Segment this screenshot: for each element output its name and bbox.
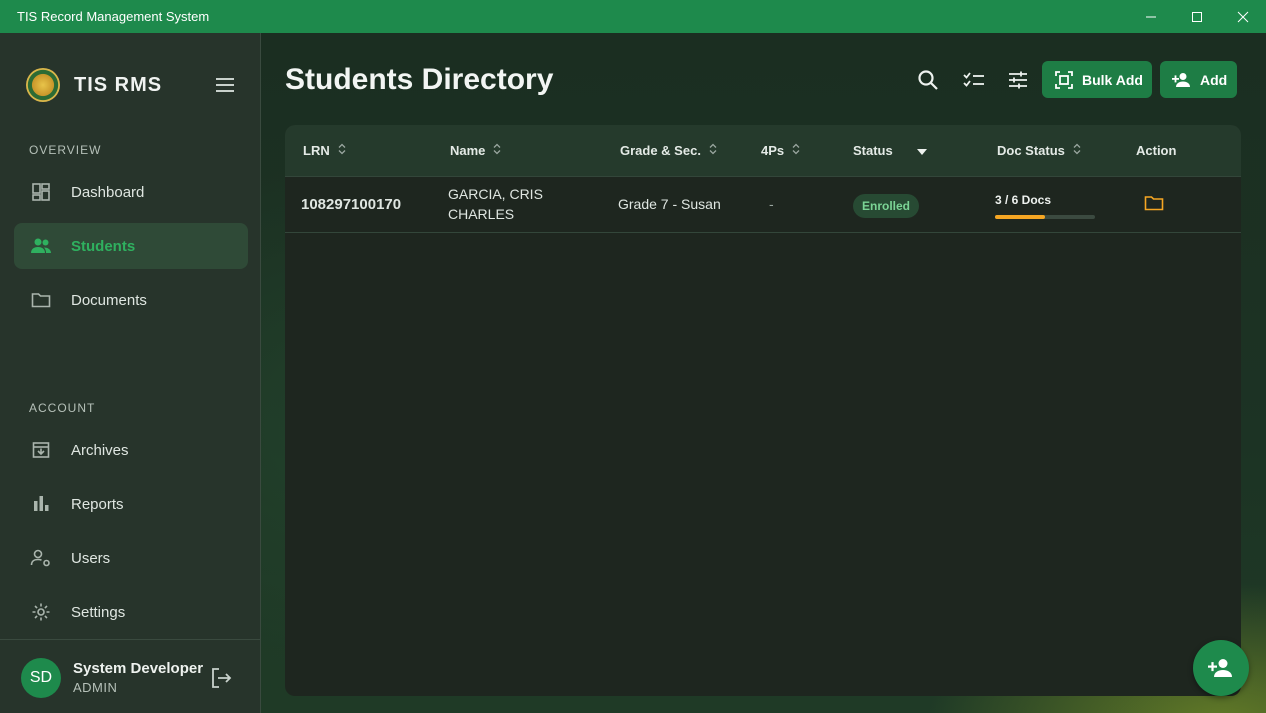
cell-4ps: - xyxy=(769,196,774,212)
add-label: Add xyxy=(1200,71,1228,88)
add-student-fab[interactable] xyxy=(1193,640,1249,696)
sidebar-item-users[interactable]: Users xyxy=(14,535,248,581)
folder-icon xyxy=(29,288,53,312)
sidebar: TIS RMS OVERVIEW Dashboard Students Docu… xyxy=(0,33,261,713)
user-role: ADMIN xyxy=(73,680,118,695)
checklist-icon[interactable] xyxy=(961,67,987,93)
doc-progress-fill xyxy=(995,215,1045,219)
search-icon[interactable] xyxy=(915,67,941,93)
main-content: Students Directory Bulk Add Add LRN Name xyxy=(261,33,1266,713)
column-label: LRN xyxy=(303,143,330,158)
scan-icon xyxy=(1054,70,1074,90)
cell-name-line2: CHARLES xyxy=(448,206,515,222)
sort-icon xyxy=(493,143,501,158)
user-settings-icon xyxy=(29,546,53,570)
sidebar-item-label: Users xyxy=(71,549,111,567)
sidebar-item-documents[interactable]: Documents xyxy=(14,277,248,323)
students-table: LRN Name Grade & Sec. 4Ps Status Doc Sta… xyxy=(285,125,1241,696)
doc-status-label: 3 / 6 Docs xyxy=(995,193,1052,207)
column-header-lrn[interactable]: LRN xyxy=(303,143,346,158)
brand[interactable]: TIS RMS xyxy=(26,68,162,102)
column-label: Grade & Sec. xyxy=(620,143,701,158)
column-label: Doc Status xyxy=(997,143,1065,158)
page-title: Students Directory xyxy=(285,63,554,96)
sidebar-item-label: Settings xyxy=(71,603,126,621)
add-user-icon xyxy=(1208,659,1232,677)
filter-sliders-icon[interactable] xyxy=(1005,67,1031,93)
sort-icon xyxy=(338,143,346,158)
sidebar-item-settings[interactable]: Settings xyxy=(14,589,248,635)
column-label: Status xyxy=(853,143,893,158)
sidebar-item-label: Dashboard xyxy=(71,183,145,201)
bar-chart-icon xyxy=(29,492,53,516)
column-header-doc-status[interactable]: Doc Status xyxy=(997,143,1081,158)
column-header-name[interactable]: Name xyxy=(450,143,501,158)
column-label: Action xyxy=(1136,143,1177,158)
column-header-grade-section[interactable]: Grade & Sec. xyxy=(620,143,717,158)
sidebar-item-label: Reports xyxy=(71,495,124,513)
brand-name: TIS RMS xyxy=(74,73,163,96)
cell-grade-section: Grade 7 - Susan xyxy=(618,196,721,212)
sort-icon xyxy=(1073,143,1081,158)
minimize-button[interactable] xyxy=(1128,0,1174,33)
account-section-label: ACCOUNT xyxy=(29,401,96,415)
students-icon xyxy=(29,234,53,258)
user-profile: SD System Developer ADMIN xyxy=(0,639,260,713)
sidebar-item-archives[interactable]: Archives xyxy=(14,427,248,473)
sidebar-item-label: Documents xyxy=(71,291,147,309)
window-title: TIS Record Management System xyxy=(17,9,210,24)
add-user-icon xyxy=(1172,70,1192,90)
gear-icon xyxy=(29,600,53,624)
column-header-4ps[interactable]: 4Ps xyxy=(761,143,800,158)
table-header: LRN Name Grade & Sec. 4Ps Status Doc Sta… xyxy=(285,125,1241,177)
open-folder-icon[interactable] xyxy=(1144,195,1164,213)
column-header-status[interactable]: Status xyxy=(853,143,927,158)
archive-icon xyxy=(29,438,53,462)
title-bar: TIS Record Management System xyxy=(0,0,1266,33)
dropdown-arrow-icon xyxy=(916,143,927,158)
table-row[interactable]: 108297100170 GARCIA, CRIS CHARLES Grade … xyxy=(285,177,1241,233)
school-logo xyxy=(26,68,60,102)
add-student-button[interactable]: Add xyxy=(1160,61,1237,98)
sort-icon xyxy=(709,143,717,158)
logout-icon[interactable] xyxy=(209,666,233,690)
sidebar-item-students[interactable]: Students xyxy=(14,223,248,269)
maximize-button[interactable] xyxy=(1174,0,1220,33)
cell-lrn: 108297100170 xyxy=(301,196,402,213)
bulk-add-button[interactable]: Bulk Add xyxy=(1042,61,1152,98)
column-header-action: Action xyxy=(1136,143,1176,158)
hamburger-menu-icon[interactable] xyxy=(214,76,236,94)
dashboard-icon xyxy=(29,180,53,204)
status-badge: Enrolled xyxy=(853,194,920,218)
column-label: 4Ps xyxy=(761,143,785,158)
sidebar-item-label: Students xyxy=(71,237,136,255)
overview-section-label: OVERVIEW xyxy=(29,143,102,157)
doc-progress-bar xyxy=(995,215,1095,219)
close-button[interactable] xyxy=(1220,0,1266,33)
sidebar-item-dashboard[interactable]: Dashboard xyxy=(14,169,248,215)
cell-name-line1: GARCIA, CRIS xyxy=(448,186,543,202)
sort-icon xyxy=(792,143,800,158)
sidebar-item-label: Archives xyxy=(71,441,129,459)
column-label: Name xyxy=(450,143,486,158)
user-name: System Developer xyxy=(73,660,204,677)
avatar[interactable]: SD xyxy=(21,658,61,698)
bulk-add-label: Bulk Add xyxy=(1082,71,1143,88)
sidebar-item-reports[interactable]: Reports xyxy=(14,481,248,527)
